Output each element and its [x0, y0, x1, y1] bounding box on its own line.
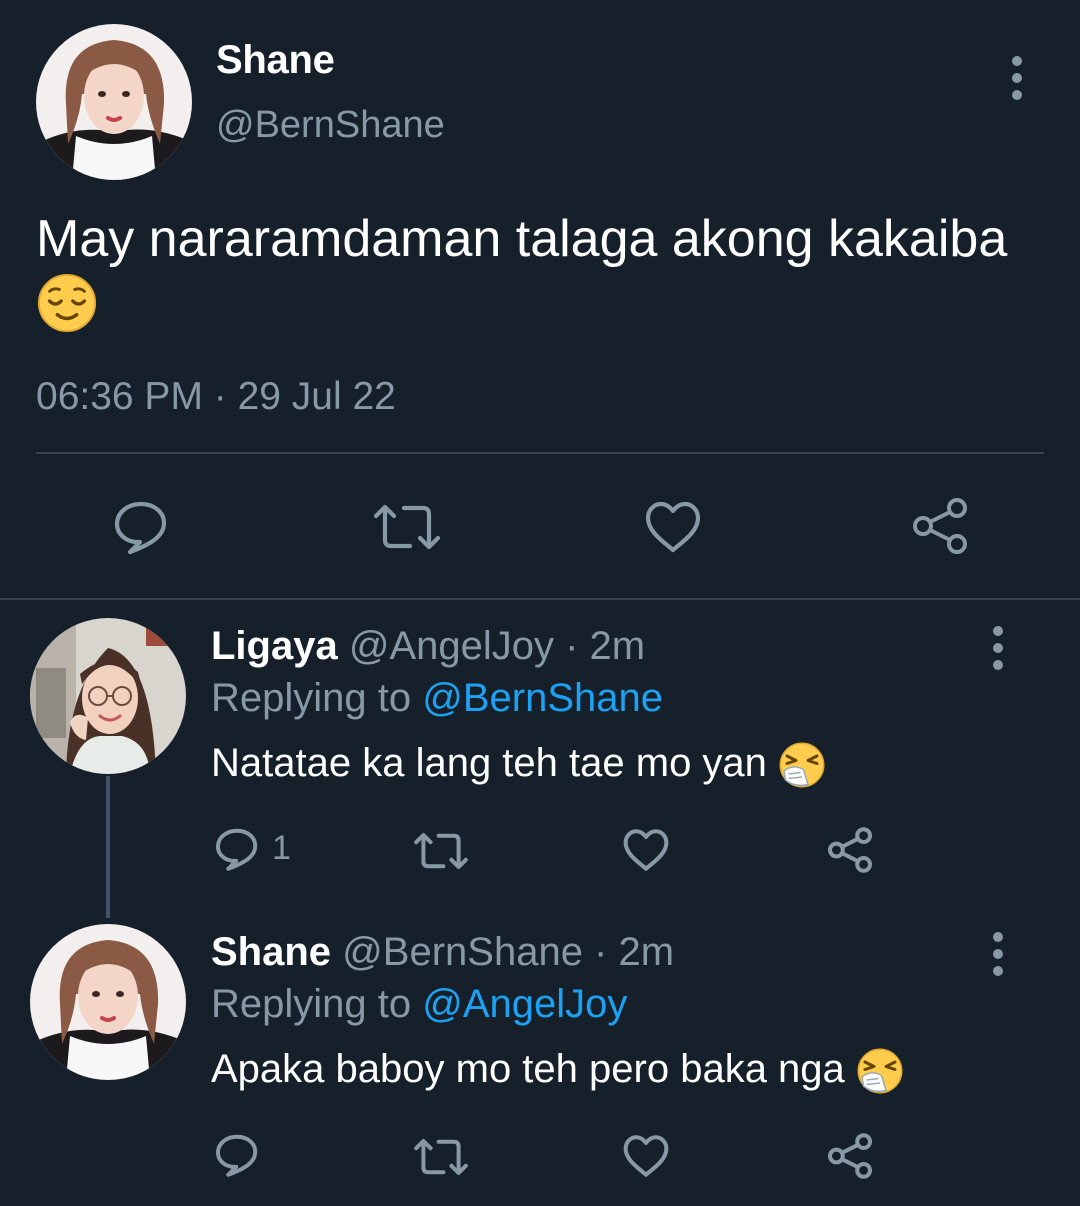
author-handle[interactable]: @BernShane [216, 104, 445, 147]
tweet-timestamp: 06:36 PM · 29 Jul 22 [36, 375, 396, 418]
heart-icon [645, 501, 701, 553]
retweet-icon [414, 1139, 468, 1175]
reply-count: 1 [272, 829, 291, 867]
share-icon [828, 827, 872, 873]
tweet-text-body: May nararamdaman talaga akong kakaiba [36, 210, 1008, 268]
relieved-face-icon [36, 272, 98, 336]
main-tweet-avatar[interactable] [36, 24, 192, 180]
retweet-icon [373, 504, 441, 550]
share-icon [828, 1133, 872, 1179]
share-button[interactable] [826, 1132, 874, 1180]
heart-icon [623, 1135, 669, 1177]
divider [36, 452, 1044, 454]
retweet-button[interactable] [413, 829, 469, 873]
reply-avatar-ligaya[interactable] [30, 618, 186, 774]
separator: · [554, 624, 590, 668]
replying-to-mention[interactable]: @AngelJoy [422, 982, 627, 1026]
retweet-button[interactable] [413, 1135, 469, 1179]
tweet-text: May nararamdaman talaga akong kakaiba [36, 208, 1036, 336]
share-icon [913, 498, 967, 554]
reply-author-name[interactable]: Ligaya [211, 624, 338, 668]
reply-button[interactable] [112, 498, 170, 556]
replying-to-mention[interactable]: @BernShane [422, 676, 663, 720]
retweet-button[interactable] [372, 500, 442, 554]
heart-icon [623, 829, 669, 871]
more-options-icon[interactable] [1007, 56, 1027, 100]
more-options-icon[interactable] [988, 626, 1008, 670]
like-button[interactable] [622, 1134, 670, 1178]
replying-to-label: Replying to [211, 982, 412, 1026]
sneezing-face-icon [778, 741, 826, 789]
reply-icon [215, 1134, 258, 1177]
reply-author-handle[interactable]: @BernShane [342, 930, 583, 974]
share-button[interactable] [826, 826, 874, 874]
separator: · [582, 930, 619, 974]
reply-age: 2m [618, 930, 675, 974]
reply-text-body: Natatae ka lang teh tae mo yan [211, 741, 767, 785]
reply-author-name[interactable]: Shane [211, 930, 331, 974]
section-divider [0, 598, 1080, 600]
reply-avatar-shane[interactable] [30, 924, 186, 1080]
retweet-icon [414, 833, 468, 869]
reply-header: Ligaya @AngelJoy · 2m [211, 624, 645, 669]
like-button[interactable] [644, 500, 702, 554]
reply-text: Natatae ka lang teh tae mo yan [211, 741, 826, 789]
replying-to: Replying to @AngelJoy [211, 982, 627, 1027]
sneezing-face-icon [856, 1047, 904, 1095]
replying-to-label: Replying to [211, 676, 412, 720]
reply-age: 2m [589, 624, 646, 668]
reply-button[interactable] [214, 1132, 260, 1178]
reply-text: Apaka baboy mo teh pero baka nga [211, 1047, 904, 1095]
like-button[interactable] [622, 828, 670, 872]
reply-button[interactable] [214, 826, 260, 872]
reply-header: Shane @BernShane · 2m [211, 930, 674, 975]
reply-icon [114, 501, 167, 555]
thread-connector [106, 776, 110, 918]
reply-icon [215, 828, 258, 871]
reply-text-body: Apaka baboy mo teh pero baka nga [211, 1047, 845, 1091]
author-display-name[interactable]: Shane [216, 38, 335, 83]
reply-author-handle[interactable]: @AngelJoy [349, 624, 554, 668]
replying-to: Replying to @BernShane [211, 676, 663, 721]
share-button[interactable] [910, 496, 970, 556]
more-options-icon[interactable] [988, 932, 1008, 976]
